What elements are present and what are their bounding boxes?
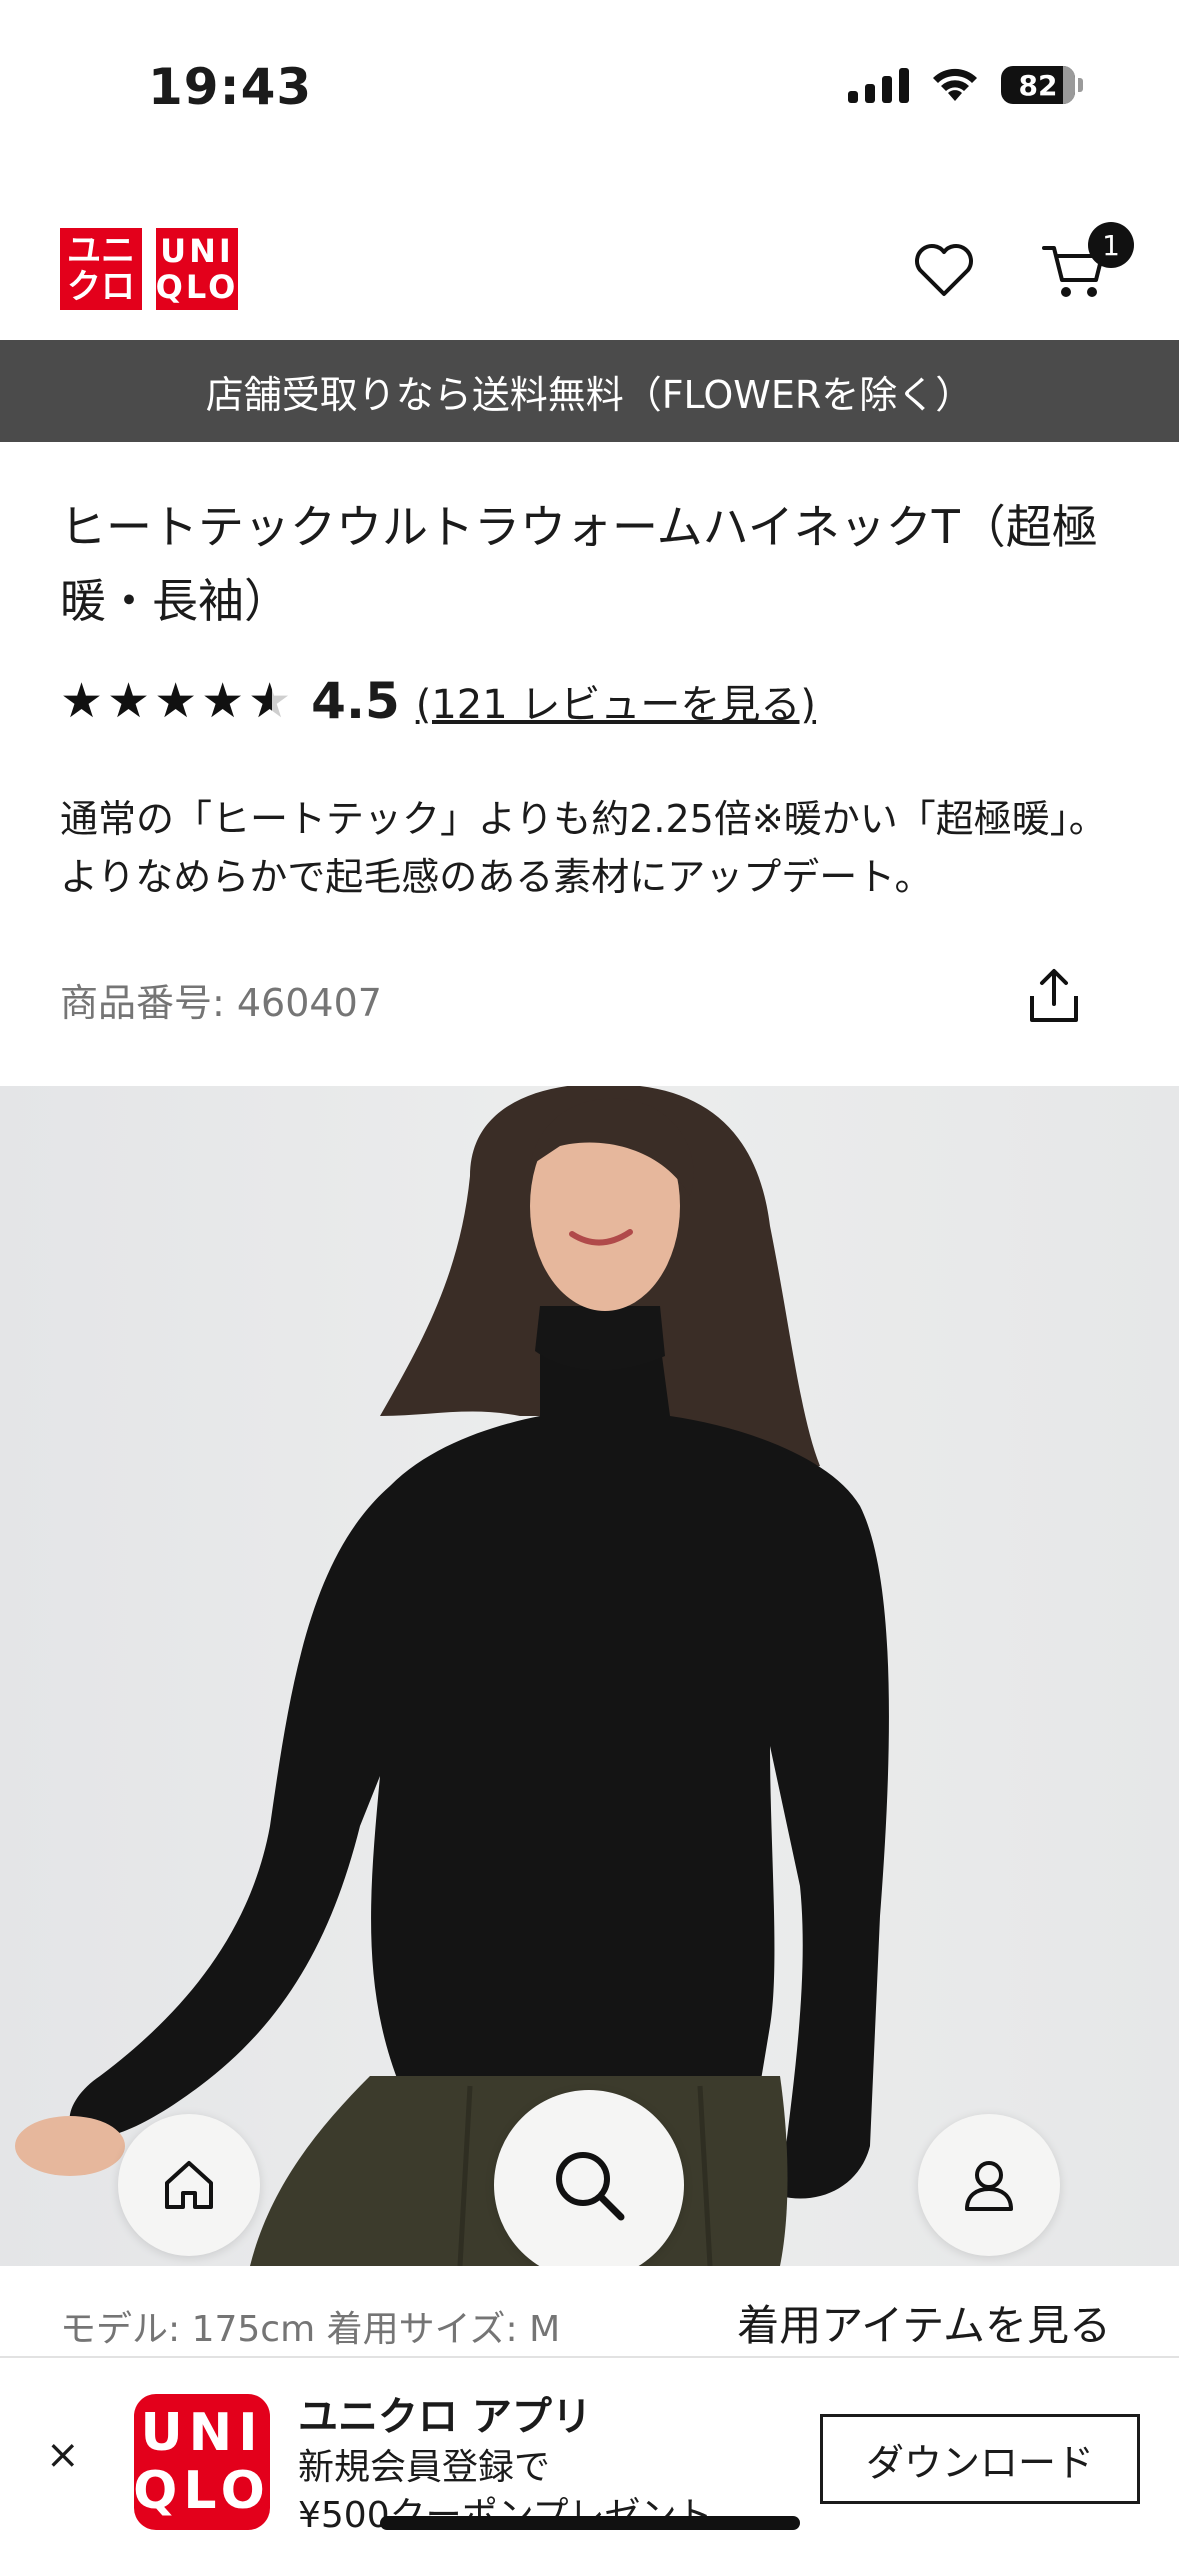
home-indicator[interactable] [380,2516,800,2530]
heart-icon[interactable] [912,240,976,300]
model-size-info: モデル: 175cm 着用サイズ: M [60,2309,561,2350]
app-banner-title: ユニクロ アプリ [298,2394,592,2440]
logo-en-line1: UNI [160,232,234,270]
cart-count-badge: 1 [1088,222,1134,268]
star-full-icon: ★★★★ [60,673,249,729]
product-title: ヒートテックウルトラウォームハイネックT（超極暖・長袖） [60,500,1098,628]
logo-jp-box: ユニ クロ [60,228,142,310]
user-icon [965,2161,1013,2211]
product-image[interactable] [0,1086,1179,2266]
search-button[interactable] [494,2090,684,2280]
rating-value: 4.5 [311,672,400,730]
app-logo: UNI QLO [133,2394,271,2530]
battery-icon: 82 [1001,66,1083,104]
app-logo-line2: QLO [133,2461,271,2521]
search-icon [556,2152,625,2221]
cellular-signal-icon [848,67,909,103]
product-description: 通常の「ヒートテック」よりも約2.25倍※暖かい「超極暖」。よりなめらかで起毛感… [60,797,1107,899]
worn-items-link[interactable]: 着用アイテムを見る [737,2292,1111,2353]
logo-jp-line2: クロ [67,267,135,307]
uniqlo-logo[interactable]: ユニ クロ UNI QLO [60,228,238,310]
account-button[interactable] [918,2114,1060,2256]
rating-stars: ★★★★★ [60,673,295,729]
product-rating: ★★★★★ 4.5 (121 レビューを見る) [60,672,816,730]
status-time: 19:43 [148,58,313,116]
logo-en-box: UNI QLO [156,228,238,310]
model-info-row: モデル: 175cm 着用サイズ: M 着用アイテムを見る [0,2266,1179,2356]
star-half-icon: ★ [248,673,295,729]
status-icons: 82 [848,66,1083,104]
download-button[interactable]: ダウンロード [820,2414,1140,2504]
share-icon[interactable] [1026,966,1082,1026]
site-header: ユニ クロ UNI QLO 1 [0,170,1179,340]
app-banner-text-line1: 新規会員登録で [298,2447,551,2488]
logo-en-line2: QLO [155,268,239,306]
model-illustration [15,1086,889,2266]
product-number: 商品番号: 460407 [60,981,382,1025]
app-logo-line1: UNI [140,2403,264,2463]
review-link[interactable]: (121 レビューを見る) [416,672,816,730]
promo-banner[interactable]: 店舗受取りなら送料無料（FLOWERを除く） [0,340,1179,442]
logo-jp-line1: ユニ [67,231,135,271]
close-icon[interactable]: × [46,2432,80,2478]
home-icon [165,2161,213,2209]
battery-level: 82 [1018,68,1058,102]
status-bar: 19:43 82 [0,0,1179,170]
home-button[interactable] [118,2114,260,2256]
wifi-icon [933,68,977,101]
